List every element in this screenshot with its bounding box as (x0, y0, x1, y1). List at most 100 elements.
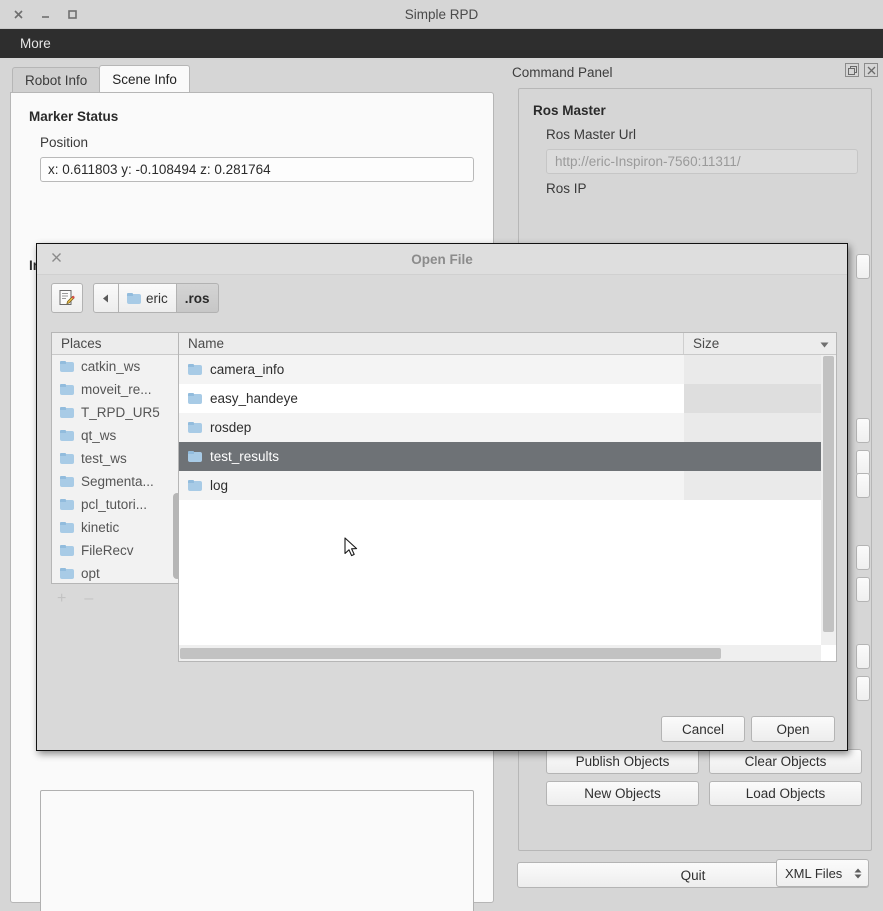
file-size (684, 355, 836, 384)
publish-objects-button[interactable]: Publish Objects (546, 749, 699, 774)
dock-buttons (845, 63, 878, 77)
file-name: camera_info (210, 362, 285, 377)
ros-master-url-field[interactable]: http://eric-Inspiron-7560:11311/ (546, 149, 858, 174)
table-row-selected[interactable]: test_results (179, 442, 836, 471)
file-size (684, 471, 836, 500)
folder-icon (188, 422, 202, 433)
place-item[interactable]: kinetic (52, 516, 182, 539)
window-title: Simple RPD (404, 6, 479, 22)
place-item[interactable]: T_RPD_UR5 (52, 401, 182, 424)
place-label: FileRecv (81, 543, 134, 558)
occluded-button-edge (856, 254, 870, 279)
file-list-horizontal-scrollbar[interactable] (179, 645, 821, 661)
column-header-size[interactable]: Size (684, 333, 836, 354)
triangle-left-icon[interactable] (93, 283, 119, 313)
position-value-field[interactable]: x: 0.611803 y: -0.108494 z: 0.281764 (40, 157, 474, 182)
place-item[interactable]: FileRecv (52, 539, 182, 562)
place-item[interactable]: test_ws (52, 447, 182, 470)
place-item[interactable]: catkin_ws (52, 355, 182, 378)
file-name: easy_handeye (210, 391, 298, 406)
folder-icon (60, 522, 74, 533)
place-label: Segmenta... (81, 474, 154, 489)
column-header-name[interactable]: Name (179, 333, 684, 354)
remove-place-button: – (84, 590, 94, 607)
occluded-button-edge (856, 418, 870, 443)
folder-icon (60, 407, 74, 418)
column-header-size-label: Size (693, 336, 720, 351)
menu-item-more[interactable]: More (14, 34, 57, 53)
occluded-button-edge (856, 450, 870, 475)
add-place-button[interactable]: + (57, 590, 66, 608)
window-controls (0, 8, 79, 21)
file-list-vertical-scrollbar[interactable] (821, 355, 836, 645)
file-size (684, 442, 836, 471)
place-item[interactable]: pcl_tutori... (52, 493, 182, 516)
file-type-filter-value: XML Files (785, 865, 843, 881)
file-name: log (210, 478, 229, 493)
place-label: qt_ws (81, 428, 117, 443)
table-row[interactable]: log (179, 471, 836, 500)
new-objects-button[interactable]: New Objects (546, 781, 699, 806)
close-icon[interactable] (12, 8, 25, 21)
places-header: Places (52, 333, 182, 355)
dialog-titlebar: Open File (37, 244, 847, 275)
file-type-filter-combobox[interactable]: XML Files (776, 859, 869, 887)
spinner-arrows-icon (854, 868, 862, 879)
place-label: pcl_tutori... (81, 497, 148, 512)
tab-scene-info[interactable]: Scene Info (99, 65, 190, 92)
file-list-header: Name Size (179, 333, 836, 355)
command-panel-header: Command Panel (503, 58, 883, 86)
table-row[interactable]: rosdep (179, 413, 836, 442)
log-textarea[interactable] (40, 790, 474, 911)
file-list: Name Size camera_info easy_handeye rosde… (178, 332, 837, 662)
dialog-title: Open File (411, 251, 473, 267)
occluded-button-edge (856, 644, 870, 669)
table-row[interactable]: camera_info (179, 355, 836, 384)
new-folder-pencil-icon[interactable] (51, 283, 83, 313)
folder-icon (60, 430, 74, 441)
tab-bar: Robot Info Scene Info (10, 65, 494, 92)
maximize-icon[interactable] (66, 8, 79, 21)
tab-robot-info[interactable]: Robot Info (12, 67, 101, 92)
occluded-button-edge (856, 577, 870, 602)
place-label: T_RPD_UR5 (81, 405, 160, 420)
ros-master-title: Ros Master (533, 103, 606, 118)
scrollbar-thumb[interactable] (180, 648, 721, 659)
folder-home-icon (127, 292, 141, 304)
places-add-remove: + – (57, 589, 127, 609)
ros-master-url-label: Ros Master Url (546, 127, 637, 142)
dialog-toolbar: eric .ros (37, 275, 847, 313)
cancel-button[interactable]: Cancel (661, 716, 745, 742)
place-item[interactable]: qt_ws (52, 424, 182, 447)
restore-icon[interactable] (845, 63, 859, 77)
file-name: rosdep (210, 420, 252, 435)
open-file-dialog: Open File eric .ros Places catkin_ws mov… (36, 243, 869, 887)
close-icon[interactable] (864, 63, 878, 77)
place-item[interactable]: opt (52, 562, 182, 584)
file-name: test_results (210, 449, 280, 464)
position-label: Position (40, 135, 89, 150)
place-label: kinetic (81, 520, 120, 535)
folder-icon (60, 384, 74, 395)
open-button[interactable]: Open (751, 716, 835, 742)
load-objects-button[interactable]: Load Objects (709, 781, 862, 806)
close-icon[interactable] (49, 252, 63, 266)
place-item[interactable]: Segmenta... (52, 470, 182, 493)
folder-icon (60, 453, 74, 464)
places-list[interactable]: catkin_ws moveit_re... T_RPD_UR5 qt_ws t… (52, 355, 182, 584)
place-label: test_ws (81, 451, 127, 466)
window-titlebar: Simple RPD (0, 0, 883, 29)
folder-icon (60, 361, 74, 372)
minimize-icon[interactable] (39, 8, 52, 21)
path-breadcrumb: eric .ros (93, 283, 219, 313)
place-item[interactable]: moveit_re... (52, 378, 182, 401)
folder-icon (188, 364, 202, 375)
clear-objects-button[interactable]: Clear Objects (709, 749, 862, 774)
table-row[interactable]: easy_handeye (179, 384, 836, 413)
folder-icon (60, 545, 74, 556)
breadcrumb-eric[interactable]: eric (118, 283, 177, 313)
triangle-down-icon (820, 336, 829, 351)
menubar: More (0, 29, 883, 58)
breadcrumb-ros[interactable]: .ros (175, 283, 219, 313)
scrollbar-thumb[interactable] (823, 356, 834, 632)
